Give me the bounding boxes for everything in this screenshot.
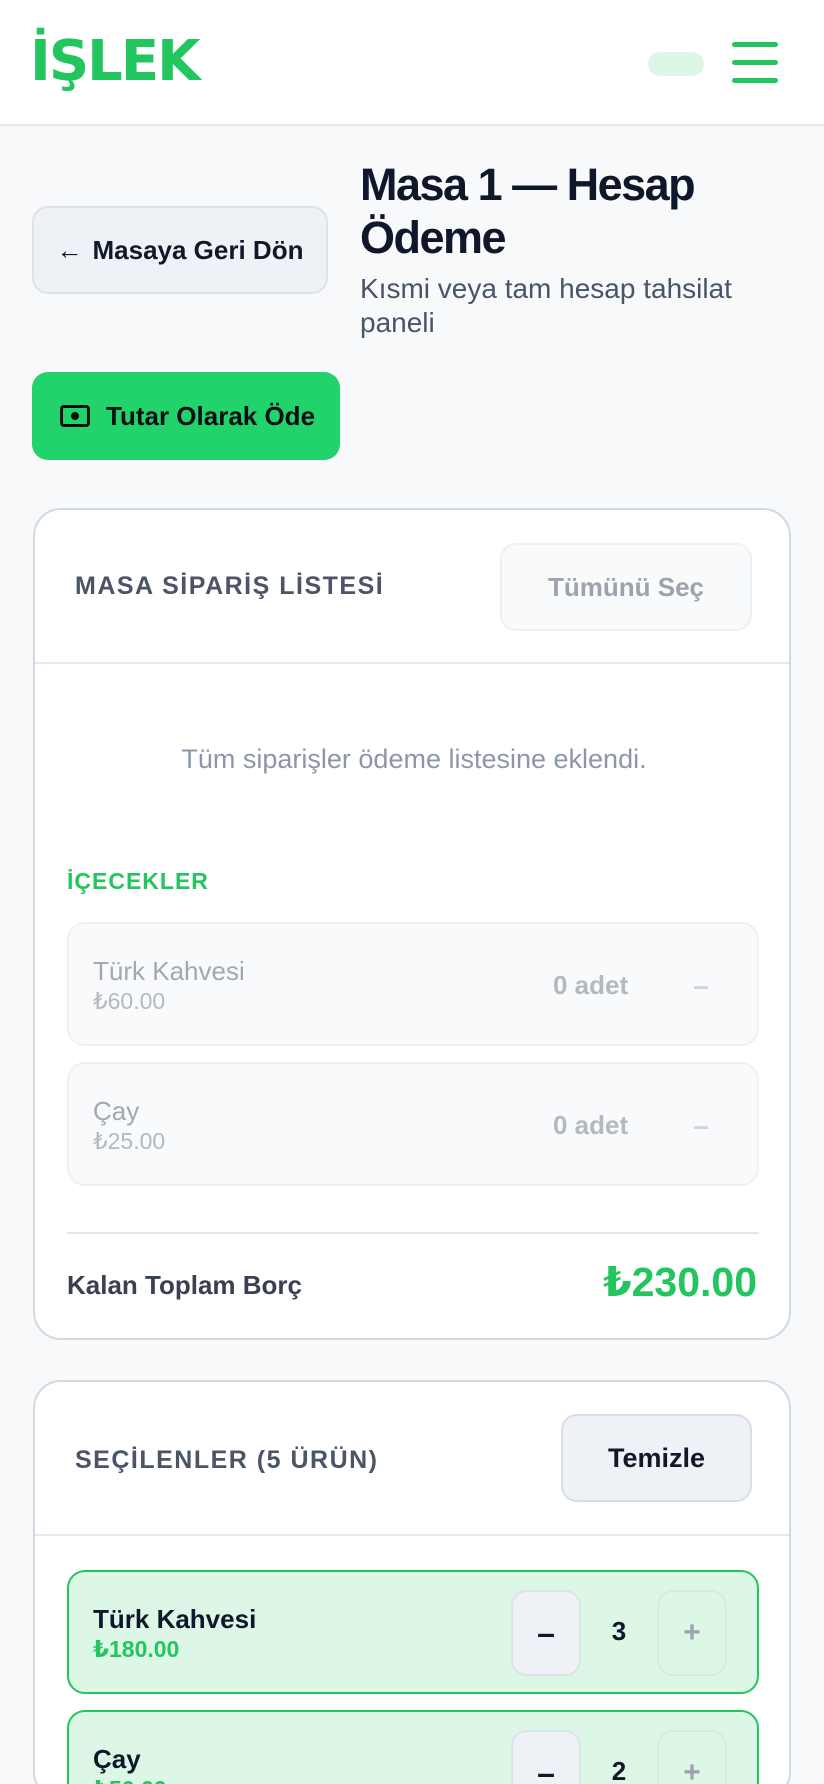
remaining-total-label: Kalan Toplam Borç [67,1270,303,1300]
selected-header: SEÇİLENLER (5 ÜRÜN) Temizle [35,1382,789,1536]
increment-button[interactable]: + [657,1730,727,1784]
decrement-button[interactable]: – [511,1730,581,1784]
back-button-label: Masaya Geri Dön [92,234,304,265]
selected-title: SEÇİLENLER (5 ÜRÜN) [75,1446,379,1474]
pay-by-amount-button[interactable]: Tutar Olarak Öde [32,372,340,460]
item-quantity: 0 adet [553,970,629,1000]
item-price: ₺25.00 [93,1128,166,1154]
order-list-title: MASA SİPARİŞ LİSTESİ [75,572,385,600]
back-to-table-button[interactable]: ← Masaya Geri Dön [32,206,328,294]
remaining-total-value: ₺230.00 [603,1259,757,1305]
item-name: Çay [93,1096,140,1126]
item-price: ₺180.00 [93,1636,180,1662]
pay-button-label: Tutar Olarak Öde [106,400,316,431]
order-list-card: MASA SİPARİŞ LİSTESİ Tümünü Seç Tüm sipa… [33,508,791,1340]
decrement-button[interactable]: – [511,1590,581,1676]
item-name: Çay [93,1744,141,1774]
quantity-value: 3 [611,1616,627,1646]
selected-items-card: SEÇİLENLER (5 ÜRÜN) Temizle Türk Kahvesi… [33,1380,791,1784]
decrement-button[interactable]: – [673,958,729,1014]
order-item: Çay ₺25.00 0 adet – [67,1062,759,1186]
selected-item: Çay ₺50.00 – 2 + [67,1710,759,1784]
order-list-header: MASA SİPARİŞ LİSTESİ Tümünü Seç [35,510,789,664]
item-price: ₺60.00 [93,988,166,1014]
arrow-left-icon: ← [56,234,83,265]
item-price: ₺50.00 [93,1776,167,1784]
cash-icon [60,405,90,427]
order-item: Türk Kahvesi ₺60.00 0 adet – [67,922,759,1046]
page-title: Masa 1 — Hesap Ödeme [360,159,696,263]
divider [67,1232,759,1234]
select-all-button[interactable]: Tümünü Seç [500,543,752,631]
clear-button[interactable]: Temizle [561,1414,752,1502]
category-label: İÇECEKLER [67,868,209,894]
app-logo[interactable]: İŞLEK [30,26,200,98]
app-header: İŞLEK [0,0,824,126]
hamburger-menu-icon[interactable] [732,42,778,86]
selected-item: Türk Kahvesi ₺180.00 – 3 + [67,1570,759,1694]
item-name: Türk Kahvesi [93,956,245,986]
decrement-button[interactable]: – [673,1098,729,1154]
increment-button[interactable]: + [657,1590,727,1676]
empty-message: Tüm siparişler ödeme listesine eklendi. [181,744,647,774]
item-quantity: 0 adet [553,1110,629,1140]
page-subtitle: Kısmi veya tam hesap tahsilat paneli [360,273,732,338]
status-pill [648,52,704,76]
quantity-value: 2 [611,1756,627,1784]
item-name: Türk Kahvesi [93,1604,257,1634]
